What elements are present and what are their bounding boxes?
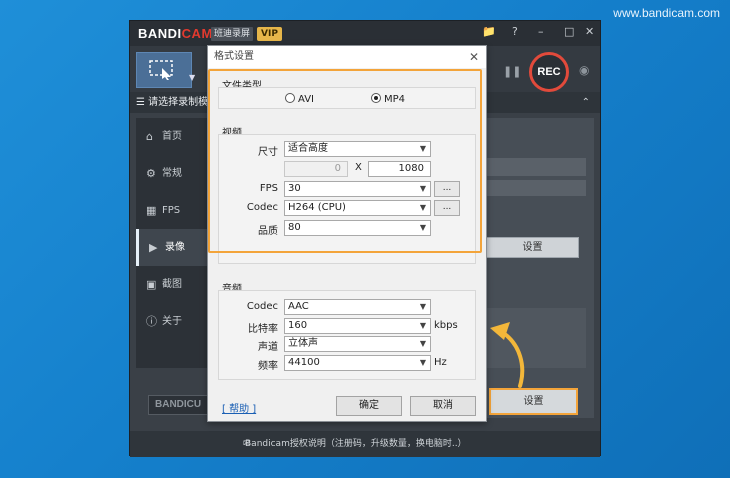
settings-button-top[interactable]: 设置 [486,237,579,258]
sidebar-item-video[interactable]: ▶ 录像 [136,229,214,266]
size-label: 尺寸 [258,147,278,158]
chevron-down-icon: ▼ [419,184,426,193]
audio-codec-label: Codec [246,301,278,312]
chevron-down-icon: ▼ [419,339,426,348]
app-subtitle: 班迪录屏 [211,27,254,41]
content-field [486,158,586,176]
bitrate-select[interactable]: 160 ▼ [284,318,431,334]
record-mode-button[interactable]: ▼ [136,52,195,88]
radio-dot-selected [371,93,381,103]
bitrate-label: 比特率 [248,324,278,335]
image-icon: ▣ [146,278,157,291]
video-icon: ▶ [149,241,158,254]
list-icon: ☰ [136,97,145,108]
sidebar-item-label: FPS [162,205,181,216]
dialog-title: 格式设置 [214,51,254,62]
sidebar-item-label: 常规 [162,168,182,179]
folder-icon[interactable]: 📁 [482,25,496,38]
ok-button[interactable]: 确定 [336,396,402,416]
camera-icon[interactable]: ◉ [579,63,589,77]
file-type-group [218,87,476,109]
gear-icon: ⚙ [146,167,156,180]
help-link[interactable]: [ 帮助 ] [222,400,256,415]
fps-label: FPS [259,183,278,194]
chevron-down-icon: ▼ [419,223,426,232]
radio-dot [285,93,295,103]
help-icon[interactable]: ? [512,25,518,38]
audio-codec-select[interactable]: AAC ▼ [284,299,431,315]
height-input[interactable]: 1080 [368,161,431,177]
sidebar-item-home[interactable]: ⌂ 首页 [136,118,214,155]
sidebar-item-label: 首页 [162,131,182,142]
quality-label: 品质 [258,226,278,237]
pause-icon[interactable]: ❚❚ [503,65,521,78]
freq-unit: Hz [434,357,447,368]
home-icon: ⌂ [146,130,153,143]
cancel-button[interactable]: 取消 [410,396,476,416]
size-select[interactable]: 适合高度 ▼ [284,141,431,157]
sidebar-item-label: 截图 [162,279,182,290]
chevron-down-icon: ▼ [419,358,426,367]
radio-mp4[interactable]: MP4 [371,93,405,105]
rec-button[interactable]: REC [529,52,569,92]
vip-badge: VIP [257,27,282,41]
freq-label: 频率 [258,361,278,372]
format-settings-dialog: 格式设置 ✕ 文件类型 AVI MP4 视频 尺寸 适合高度▼ 0 X 1080… [207,45,487,422]
sidebar-item-about[interactable]: ⓘ 关于 [136,303,214,340]
dialog-title-bar: 格式设置 ✕ [208,46,486,68]
sidebar-item-fps[interactable]: ▦ FPS [136,192,214,229]
sidebar-item-label: 录像 [165,242,185,253]
codec-select[interactable]: H264 (CPU) ▼ [284,200,431,216]
channel-select[interactable]: 立体声 ▼ [284,336,431,352]
settings-button-highlighted[interactable]: 设置 [489,388,578,415]
close-icon[interactable]: ✕ [469,46,479,68]
chevron-down-icon: ▼ [419,302,426,311]
fps-select[interactable]: 30 ▼ [284,181,431,197]
sidebar-item-general[interactable]: ⚙ 常规 [136,155,214,192]
sidebar-item-label: 关于 [162,316,182,327]
pointer-arrow [490,322,525,388]
select-mode-label: 请选择录制模 [148,97,209,108]
chevron-down-icon[interactable]: ▼ [189,73,195,82]
fps-more-button[interactable]: ... [434,181,460,197]
title-bar: BANDICAM 班迪录屏 VIP 📁 ? – □ ✕ [130,21,600,46]
bitrate-unit: kbps [434,320,458,331]
sidebar-item-image[interactable]: ▣ 截图 [136,266,214,303]
radio-avi[interactable]: AVI [285,93,314,105]
chat-icon: ✉ [243,439,251,449]
footer-text: Bandicam授权说明（注册码，升级数量，换电脑时..） [245,439,467,449]
content-field [486,180,586,196]
watermark-text: www.bandicam.com [613,6,720,20]
info-icon: ⓘ [146,315,157,328]
codec-label: Codec [246,202,278,213]
brand-box: BANDICU [148,395,208,415]
minimize-icon[interactable]: – [538,25,544,38]
chevron-up-icon[interactable]: ⌃ [582,92,590,113]
footer-bar[interactable]: ✉ Bandicam授权说明（注册码，升级数量，换电脑时..） [130,431,600,457]
chevron-down-icon: ▼ [419,203,426,212]
chevron-down-icon: ▼ [419,144,426,153]
close-icon[interactable]: ✕ [585,25,594,38]
codec-more-button[interactable]: ... [434,200,460,216]
freq-select[interactable]: 44100 ▼ [284,355,431,371]
screen-region-icon [149,60,173,80]
channel-label: 声道 [258,342,278,353]
app-logo: BANDICAM [138,26,213,41]
restore-icon[interactable]: □ [564,25,574,38]
fps-icon: ▦ [146,204,157,217]
x-separator: X [355,162,362,173]
width-input[interactable]: 0 [284,161,348,177]
sidebar: ⌂ 首页 ⚙ 常规 ▦ FPS ▶ 录像 ▣ 截图 ⓘ 关于 [136,118,214,368]
quality-select[interactable]: 80 ▼ [284,220,431,236]
chevron-down-icon: ▼ [419,321,426,330]
